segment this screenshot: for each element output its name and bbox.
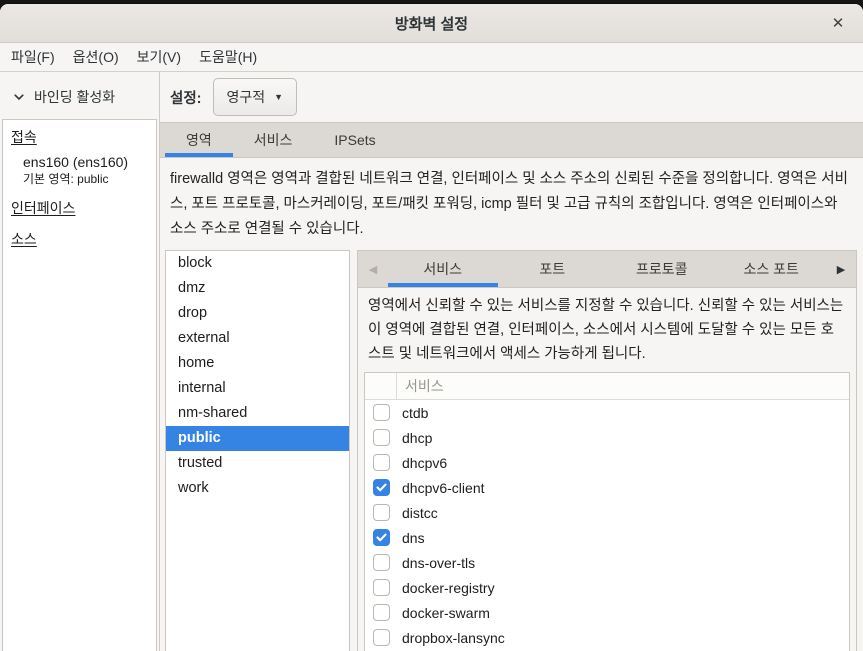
menu-item[interactable]: 파일(F) [2, 43, 64, 71]
bindings-category[interactable]: 접속 [3, 120, 156, 151]
tab-label: 영역 [186, 132, 212, 148]
detail-tab-label: 소스 포트 [743, 261, 799, 277]
service-row: docker-registry [365, 575, 849, 600]
titlebar: 방화벽 설정 ✕ [0, 4, 863, 43]
service-row: dns [365, 525, 849, 550]
menu-item[interactable]: 보기(V) [128, 43, 190, 71]
checkbox-column-header [365, 373, 397, 399]
checkbox-unchecked-icon[interactable] [373, 454, 390, 471]
dropdown-caret-icon: ▼ [274, 92, 284, 102]
checkbox-checked-icon[interactable] [373, 529, 390, 546]
tab-IPSets[interactable]: IPSets [313, 123, 396, 157]
service-row: dns-over-tls [365, 550, 849, 575]
bindings-category-label: 접속 [11, 129, 37, 145]
active-bindings-expander[interactable]: 바인딩 활성화 [0, 72, 159, 119]
checkbox-unchecked-icon[interactable] [373, 604, 390, 621]
service-row: dhcpv6 [365, 450, 849, 475]
service-name: dropbox-lansync [402, 629, 505, 646]
service-name: dhcpv6-client [402, 479, 485, 496]
zone-detail-panel: ◀ 서비스 포트 프로토콜 소스 포트 ▶ 영역에서 신뢰할 수 있는 서비스를 지정할 … [357, 250, 857, 651]
window-title: 방화벽 설정 [394, 15, 469, 33]
detail-tab-서비스[interactable]: 서비스 [388, 251, 498, 287]
checkbox-unchecked-icon[interactable] [373, 579, 390, 596]
service-name: distcc [402, 504, 438, 521]
zone-row-nm-shared[interactable]: nm-shared [166, 401, 349, 426]
detail-tab-label: 프로토콜 [635, 261, 688, 277]
service-row: dhcpv6-client [365, 475, 849, 500]
content: 바인딩 활성화 접속 ens160 (ens160) 기본 영역: public 인터… [0, 72, 863, 651]
zone-row-work[interactable]: work [166, 476, 349, 501]
chevron-down-icon [13, 91, 25, 103]
sidebar: 바인딩 활성화 접속 ens160 (ens160) 기본 영역: public 인터… [0, 72, 160, 651]
service-name: docker-registry [402, 579, 495, 596]
zone-row-block[interactable]: block [166, 251, 349, 276]
service-name: ctdb [402, 404, 429, 421]
service-row: ctdb [365, 400, 849, 425]
bindings-category-label: 인터페이스 [11, 200, 76, 216]
main-tabbar: 영역 서비스 IPSets [160, 122, 863, 158]
close-icon[interactable]: ✕ [823, 4, 853, 42]
service-name: dhcpv6 [402, 454, 448, 471]
zone-row-external[interactable]: external [166, 326, 349, 351]
active-bindings-label: 바인딩 활성화 [34, 89, 116, 105]
tab-label: 서비스 [253, 132, 293, 148]
checkbox-unchecked-icon[interactable] [373, 554, 390, 571]
tab-서비스[interactable]: 서비스 [233, 123, 314, 157]
checkbox-unchecked-icon[interactable] [373, 404, 390, 421]
tab-label: IPSets [334, 132, 376, 148]
configuration-dropdown[interactable]: 영구적 ▼ [212, 78, 298, 116]
tabs-scroll-right-icon[interactable]: ▶ [826, 251, 856, 287]
detail-tabbar: ◀ 서비스 포트 프로토콜 소스 포트 ▶ [358, 251, 856, 288]
bindings-category[interactable]: 인터페이스 [3, 191, 156, 222]
service-row: distcc [365, 500, 849, 525]
service-name: docker-swarm [402, 604, 490, 621]
detail-tab-소스 포트[interactable]: 소스 포트 [717, 251, 827, 287]
binding-item-detail: 기본 영역: public [23, 172, 109, 186]
service-row: dropbox-lansync [365, 625, 849, 650]
services-table-header: 서비스 [365, 373, 849, 400]
zone-description: firewalld 영역은 영역과 결합된 네트워크 연결, 인터페이스 및 소… [170, 171, 848, 237]
bindings-category-label: 소스 [11, 231, 37, 247]
binding-item[interactable]: ens160 (ens160) [3, 151, 156, 170]
zone-row-drop[interactable]: drop [166, 301, 349, 326]
menu-item[interactable]: 도움말(H) [190, 43, 266, 71]
service-name: dns [402, 529, 425, 546]
active-detail-tab-underline [388, 283, 498, 287]
services-description: 영역에서 신뢰할 수 있는 서비스를 지정할 수 있습니다. 신뢰할 수 있는 … [368, 298, 844, 362]
services-column-header: 서비스 [405, 378, 444, 394]
tabs-scroll-left-icon[interactable]: ◀ [358, 251, 388, 287]
zone-row-public[interactable]: public [166, 426, 349, 451]
menu-item[interactable]: 옵션(O) [64, 43, 128, 71]
detail-tab-포트[interactable]: 포트 [498, 251, 608, 287]
detail-tab-label: 서비스 [423, 261, 463, 277]
active-tab-underline [165, 153, 233, 157]
zone-row-home[interactable]: home [166, 351, 349, 376]
checkbox-unchecked-icon[interactable] [373, 429, 390, 446]
configuration-dropdown-value: 영구적 [226, 89, 266, 105]
service-name: dns-over-tls [402, 554, 476, 571]
service-row: dhcp [365, 425, 849, 450]
service-row: docker-swarm [365, 600, 849, 625]
zones-list: block dmz drop external home internal nm-share… [165, 250, 350, 651]
main-area: 설정: 영구적 ▼ 영역 서비스 IPSets firewalld 영역은 영역과 … [160, 72, 863, 651]
tab-영역[interactable]: 영역 [165, 123, 233, 157]
configuration-label: 설정: [170, 90, 202, 107]
zone-row-internal[interactable]: internal [166, 376, 349, 401]
configuration-row: 설정: 영구적 ▼ [160, 72, 863, 122]
zone-panes: block dmz drop external home internal nm-share… [160, 250, 863, 651]
services-table: 서비스 ctdb dhcp dhcpv6 dhcpv6-client distcc dns… [364, 372, 850, 651]
bindings-category[interactable]: 소스 [3, 222, 156, 253]
menubar: 파일(F) 옵션(O) 보기(V) 도움말(H) [0, 43, 863, 72]
checkbox-checked-icon[interactable] [373, 479, 390, 496]
service-name: dhcp [402, 429, 433, 446]
bindings-tree: 접속 ens160 (ens160) 기본 영역: public 인터페이스소스 [2, 119, 157, 651]
checkbox-unchecked-icon[interactable] [373, 629, 390, 646]
detail-tab-프로토콜[interactable]: 프로토콜 [607, 251, 717, 287]
firewall-config-window: 방화벽 설정 ✕ 파일(F) 옵션(O) 보기(V) 도움말(H) 바인딩 활성화 접… [0, 4, 863, 651]
detail-tab-label: 포트 [539, 261, 566, 277]
zone-row-dmz[interactable]: dmz [166, 276, 349, 301]
checkbox-unchecked-icon[interactable] [373, 504, 390, 521]
zone-row-trusted[interactable]: trusted [166, 451, 349, 476]
